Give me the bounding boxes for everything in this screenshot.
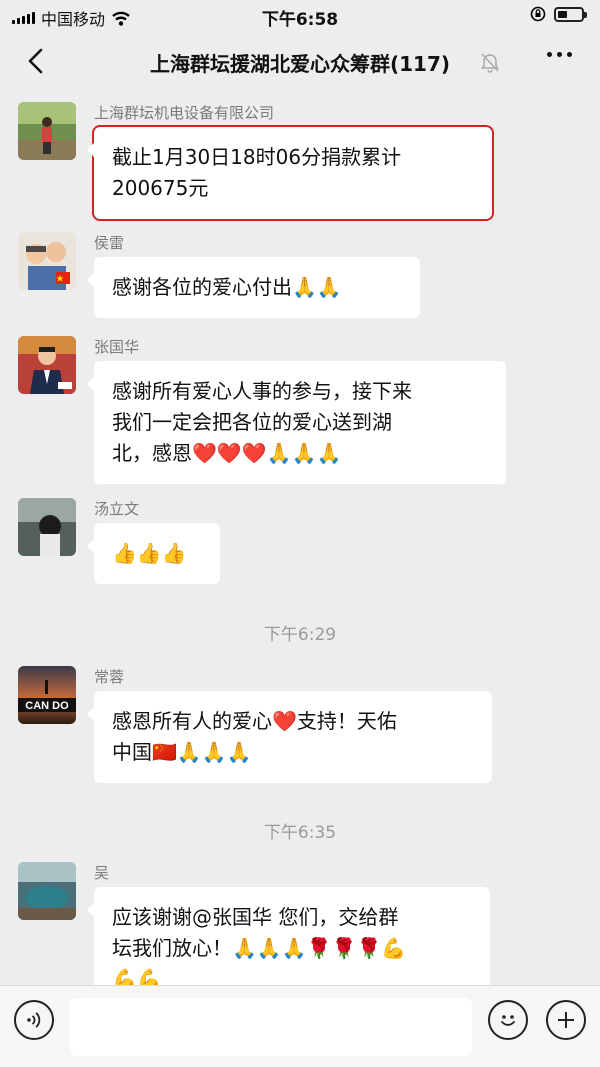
sender-name: 汤立文: [94, 500, 140, 518]
chat-area[interactable]: 上海群坛机电设备有限公司 截止1月30日18时06分捐款累计 200675元 侯…: [0, 92, 600, 985]
avatar-text: CAN DO: [25, 700, 69, 712]
status-right: [530, 6, 587, 22]
message-line: 👍👍👍: [112, 541, 187, 565]
rotation-lock-icon: [530, 6, 546, 22]
message-bubble[interactable]: 感谢各位的爱心付出🙏🙏: [87, 257, 420, 318]
message-line: 应该谢谢@张国华 您们，交给群: [112, 905, 399, 929]
timestamp: 下午6:29: [263, 625, 337, 645]
message-line: 200675元: [112, 176, 209, 200]
input-bar: [0, 985, 600, 1067]
avatar[interactable]: [18, 102, 76, 160]
message-bubble[interactable]: 应该谢谢@张国华 您们，交给群 坛我们放心！🙏🙏🙏🌹🌹🌹💪 💪💪: [87, 887, 490, 985]
mute-bell-icon: [481, 53, 499, 73]
avatar[interactable]: CAN DO: [18, 666, 76, 724]
sender-name: 上海群坛机电设备有限公司: [94, 104, 275, 122]
status-bar: 中国移动 下午6:58: [0, 0, 600, 30]
message-bubble[interactable]: 感恩所有人的爱心❤️支持！天佑 中国🇨🇳🙏🙏🙏: [87, 691, 492, 783]
emoji-icon[interactable]: [488, 1000, 528, 1040]
message-line: 感谢所有爱心人事的参与，接下来: [112, 379, 412, 403]
message-line: 感恩所有人的爱心❤️支持！天佑: [112, 709, 397, 733]
message-line: 💪💪: [112, 967, 162, 985]
voice-icon[interactable]: [14, 1000, 54, 1040]
message-line: 中国🇨🇳🙏🙏🙏: [112, 740, 252, 764]
more-dots-icon[interactable]: [547, 52, 572, 57]
avatar[interactable]: [18, 232, 76, 290]
message-bubble[interactable]: 👍👍👍: [87, 523, 220, 584]
avatar[interactable]: [18, 498, 76, 556]
status-time: 下午6:58: [261, 10, 339, 30]
chat-title: 上海群坛援湖北爱心众筹群(117): [149, 52, 451, 76]
nav-bar: 上海群坛援湖北爱心众筹群(117): [0, 30, 600, 92]
avatar[interactable]: [18, 336, 76, 394]
message-line: 北，感恩❤️❤️❤️🙏🙏🙏: [112, 441, 342, 465]
sender-name: 常蓉: [94, 668, 125, 686]
message-line: 我们一定会把各位的爱心送到湖: [112, 410, 392, 434]
avatar[interactable]: [18, 862, 76, 920]
timestamp: 下午6:35: [263, 823, 337, 843]
plus-icon[interactable]: [546, 1000, 586, 1040]
message-bubble[interactable]: 感谢所有爱心人事的参与，接下来 我们一定会把各位的爱心送到湖 北，感恩❤️❤️❤…: [87, 361, 506, 484]
sender-name: 张国华: [94, 338, 140, 356]
sender-name: 吴: [94, 864, 110, 882]
message-input[interactable]: [70, 998, 472, 1056]
message-line: 坛我们放心！🙏🙏🙏🌹🌹🌹💪: [112, 936, 407, 960]
battery-icon: [554, 6, 587, 22]
sender-name: 侯雷: [94, 234, 125, 252]
message-bubble[interactable]: 截止1月30日18时06分捐款累计 200675元: [87, 125, 494, 221]
message-line: 感谢各位的爱心付出🙏🙏: [112, 275, 342, 299]
message-line: 截止1月30日18时06分捐款累计: [112, 145, 402, 169]
